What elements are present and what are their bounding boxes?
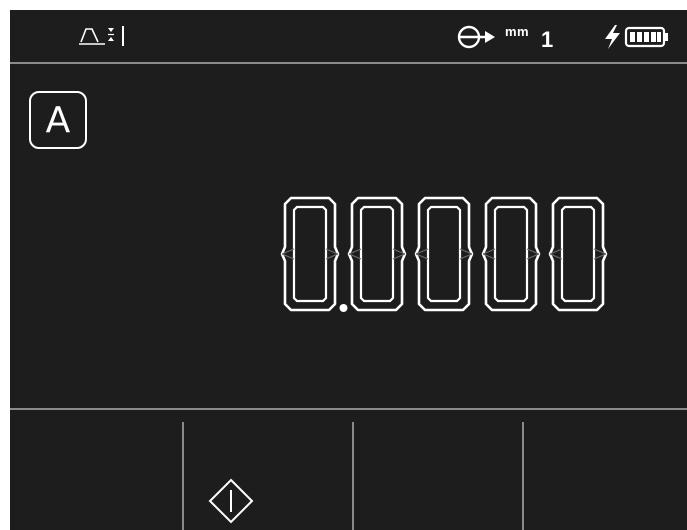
- position-readout: [265, 190, 610, 322]
- unit-label: mm: [505, 24, 530, 39]
- power-status: [602, 24, 672, 50]
- dro-screen: mm 1 A: [10, 10, 687, 530]
- readout-digit: [548, 196, 608, 312]
- softkey-2[interactable]: [182, 422, 353, 530]
- decimal-point: [339, 304, 348, 312]
- readout-digit: [280, 196, 340, 312]
- filter-icon[interactable]: [78, 24, 128, 48]
- status-bar: mm 1: [10, 10, 687, 64]
- axis-label[interactable]: A: [29, 91, 87, 149]
- softkey-3[interactable]: [352, 422, 523, 530]
- reference-arrow-icon: [457, 24, 497, 50]
- lightning-icon: [605, 25, 620, 49]
- readout-digit: [347, 196, 407, 312]
- resolution-value: 1: [541, 27, 554, 52]
- readout-digit: [481, 196, 541, 312]
- readout-digit: [414, 196, 474, 312]
- softkey-bar: [10, 408, 687, 530]
- unit-indicator[interactable]: mm 1: [457, 22, 567, 52]
- softkey-4[interactable]: [522, 422, 687, 530]
- battery-full-icon: [624, 26, 668, 48]
- softkey-1[interactable]: [10, 422, 179, 530]
- datum-diamond-icon: [208, 478, 254, 524]
